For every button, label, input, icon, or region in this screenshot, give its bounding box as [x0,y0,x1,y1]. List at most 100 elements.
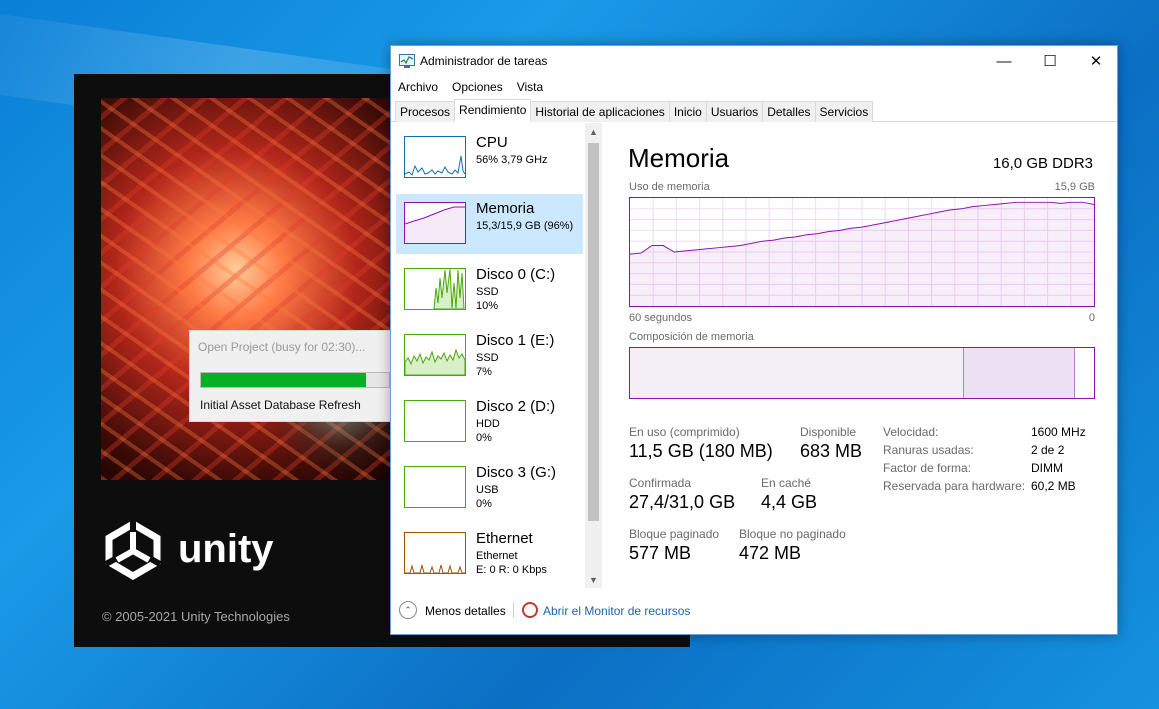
detail-form-factor-key: Factor de forma: [883,461,972,475]
stat-available-value: 683 MB [800,441,863,461]
disk0-thumbnail-graph [404,268,466,310]
disk3-thumbnail-graph [404,466,466,508]
resource-cpu[interactable]: CPU 56% 3,79 GHz [396,128,583,188]
unity-logo: unity [102,514,274,584]
resource-disco-0-usage: 10% [476,300,499,312]
stat-nonpaged-pool-label: Bloque no paginado [739,527,846,541]
open-resource-monitor-link[interactable]: Abrir el Monitor de recursos [543,604,690,618]
stat-nonpaged-pool-value: 472 MB [739,543,802,563]
resource-ethernet[interactable]: Ethernet Ethernet E: 0 R: 0 Kbps [396,524,583,584]
open-project-progress-fill [201,373,367,387]
tab-historial[interactable]: Historial de aplicaciones [530,101,670,122]
open-project-title: Open Project (busy for 02:30)... [198,340,366,354]
detail-slots-value: 2 de 2 [1031,443,1065,457]
resource-disco-1-type: SSD [476,352,499,364]
sidebar-scrollbar[interactable]: ▲ ▼ [585,123,602,588]
footer-separator [513,602,514,618]
resource-memoria-usage: 15,3/15,9 GB (96%) [476,220,574,232]
open-project-status: Initial Asset Database Refresh [200,398,361,412]
memory-thumbnail-graph [404,202,466,244]
resource-disco-0-name: Disco 0 (C:) [476,266,556,283]
window-title: Administrador de tareas [420,54,548,68]
cpu-thumbnail-graph [404,136,466,178]
tab-detalles[interactable]: Detalles [762,101,816,122]
menu-bar: Archivo Opciones Vista [391,76,550,98]
stat-committed-value: 27,4/31,0 GB [629,492,736,512]
minimize-icon: — [996,52,1012,70]
task-manager-app-icon [399,54,415,68]
unity-cube-icon [104,519,162,580]
resource-ethernet-name: Ethernet [476,530,533,547]
tab-procesos[interactable]: Procesos [395,101,456,122]
menu-vista[interactable]: Vista [510,76,550,98]
resource-cpu-usage: 56% 3,79 GHz [476,154,548,166]
tab-bar: Procesos Rendimiento Historial de aplica… [391,99,1117,122]
stat-paged-pool-label: Bloque paginado [629,527,720,541]
resource-sidebar: CPU 56% 3,79 GHz Memoria 15,3/15,9 GB (9… [391,123,602,588]
scrollbar-thumb[interactable] [588,143,599,521]
detail-reserved-value: 60,2 MB [1031,479,1076,493]
resource-ethernet-type: Ethernet [476,550,518,562]
resource-ethernet-throughput: E: 0 R: 0 Kbps [476,564,547,576]
menu-archivo[interactable]: Archivo [391,76,445,98]
footer-bar: ⌃ Menos detalles Abrir el Monitor de rec… [391,598,1117,628]
resource-disco-2[interactable]: Disco 2 (D:) HDD 0% [396,392,583,452]
resource-disco-2-type: HDD [476,418,500,430]
tab-servicios[interactable]: Servicios [814,101,874,122]
close-button[interactable]: ✕ [1073,46,1119,76]
resource-disco-2-usage: 0% [476,432,492,444]
resource-disco-2-name: Disco 2 (D:) [476,398,556,415]
memory-composition-label: Composición de memoria [629,331,754,343]
graph-time-left: 60 segundos [629,312,692,324]
stat-cached-value: 4,4 GB [761,492,818,512]
resource-disco-3[interactable]: Disco 3 (G:) USB 0% [396,458,583,518]
stat-in-use-value: 11,5 GB (180 MB) [629,441,773,461]
chevron-up-icon[interactable]: ⌃ [399,601,417,619]
detail-slots-key: Ranuras usadas: [883,443,974,457]
resource-disco-0[interactable]: Disco 0 (C:) SSD 10% [396,260,583,320]
title-bar[interactable]: Administrador de tareas — ☐ ✕ [391,46,1117,76]
resource-disco-1-name: Disco 1 (E:) [476,332,555,349]
tab-usuarios[interactable]: Usuarios [705,101,764,122]
resource-disco-3-name: Disco 3 (G:) [476,464,557,481]
resource-disco-1-usage: 7% [476,366,492,378]
composition-segment-free [1075,348,1094,398]
detail-speed-value: 1600 MHz [1031,425,1086,439]
resource-cpu-name: CPU [476,134,508,151]
close-icon: ✕ [1089,53,1103,70]
detail-reserved-key: Reservada para hardware: [883,479,1026,493]
detail-speed-key: Velocidad: [883,425,939,439]
scroll-down-icon[interactable]: ▼ [585,571,602,588]
unity-copyright: © 2005-2021 Unity Technologies [102,609,290,624]
memory-title: Memoria [628,143,730,173]
menu-opciones[interactable]: Opciones [445,76,510,98]
unity-splash-artwork [101,98,401,480]
less-details-button[interactable]: Menos detalles [425,604,506,618]
open-project-progress-bar [200,372,390,388]
memory-usage-graph [629,197,1095,307]
resource-disco-0-type: SSD [476,286,499,298]
scroll-up-icon[interactable]: ▲ [585,123,602,140]
resource-memoria[interactable]: Memoria 15,3/15,9 GB (96%) [396,194,583,254]
resource-disco-1[interactable]: Disco 1 (E:) SSD 7% [396,326,583,386]
stat-paged-pool-value: 577 MB [629,543,692,563]
tab-rendimiento[interactable]: Rendimiento [454,99,532,122]
stat-in-use-label: En uso (comprimido) [629,425,740,439]
resource-monitor-icon[interactable] [522,602,538,618]
detail-form-factor-value: DIMM [1031,461,1063,475]
graph-time-right: 0 [1088,312,1095,324]
minimize-button[interactable]: — [981,46,1027,76]
ethernet-thumbnail-graph [404,532,466,574]
task-manager-window: Administrador de tareas — ☐ ✕ Archivo Op… [390,45,1118,635]
maximize-button[interactable]: ☐ [1027,46,1073,76]
resource-memoria-name: Memoria [476,200,535,217]
memory-usage-max: 15,9 GB [1054,181,1095,193]
disk1-thumbnail-graph [404,334,466,376]
tab-inicio[interactable]: Inicio [668,101,707,122]
stat-available-label: Disponible [800,425,857,439]
unity-logo-text: unity [178,526,274,571]
memory-usage-label: Uso de memoria [629,181,710,193]
memory-composition-bar [629,347,1095,399]
memory-panel: Memoria 16,0 GB DDR3 Uso de memoria 15,9… [603,123,1117,588]
open-project-dialog: Open Project (busy for 02:30)... Initial… [189,330,399,422]
